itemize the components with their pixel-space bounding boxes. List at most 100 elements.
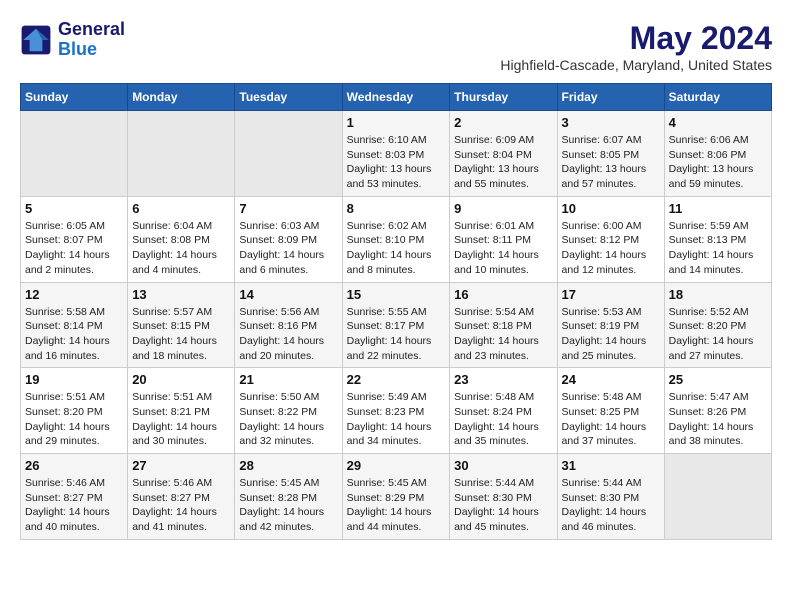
- day-info: Sunrise: 6:04 AMSunset: 8:08 PMDaylight:…: [132, 219, 230, 278]
- day-number: 28: [239, 458, 337, 473]
- calendar-cell: 6 Sunrise: 6:04 AMSunset: 8:08 PMDayligh…: [128, 196, 235, 282]
- calendar-cell: 31 Sunrise: 5:44 AMSunset: 8:30 PMDaylig…: [557, 454, 664, 540]
- logo: General Blue: [20, 20, 125, 60]
- calendar-cell: 1 Sunrise: 6:10 AMSunset: 8:03 PMDayligh…: [342, 111, 450, 197]
- calendar-cell: 16 Sunrise: 5:54 AMSunset: 8:18 PMDaylig…: [450, 282, 557, 368]
- day-number: 20: [132, 372, 230, 387]
- day-info: Sunrise: 6:05 AMSunset: 8:07 PMDaylight:…: [25, 219, 123, 278]
- day-number: 9: [454, 201, 552, 216]
- calendar-cell: 11 Sunrise: 5:59 AMSunset: 8:13 PMDaylig…: [664, 196, 771, 282]
- calendar-cell: [235, 111, 342, 197]
- week-row-2: 12 Sunrise: 5:58 AMSunset: 8:14 PMDaylig…: [21, 282, 772, 368]
- day-info: Sunrise: 5:46 AMSunset: 8:27 PMDaylight:…: [132, 476, 230, 535]
- day-info: Sunrise: 6:10 AMSunset: 8:03 PMDaylight:…: [347, 133, 446, 192]
- month-title: May 2024: [500, 20, 772, 57]
- calendar-cell: 27 Sunrise: 5:46 AMSunset: 8:27 PMDaylig…: [128, 454, 235, 540]
- calendar-cell: [664, 454, 771, 540]
- calendar-cell: 8 Sunrise: 6:02 AMSunset: 8:10 PMDayligh…: [342, 196, 450, 282]
- day-info: Sunrise: 6:01 AMSunset: 8:11 PMDaylight:…: [454, 219, 552, 278]
- calendar-body: 1 Sunrise: 6:10 AMSunset: 8:03 PMDayligh…: [21, 111, 772, 540]
- day-info: Sunrise: 5:58 AMSunset: 8:14 PMDaylight:…: [25, 305, 123, 364]
- header-tuesday: Tuesday: [235, 84, 342, 111]
- day-number: 10: [562, 201, 660, 216]
- day-info: Sunrise: 5:55 AMSunset: 8:17 PMDaylight:…: [347, 305, 446, 364]
- day-number: 31: [562, 458, 660, 473]
- calendar-cell: [21, 111, 128, 197]
- day-number: 14: [239, 287, 337, 302]
- day-number: 24: [562, 372, 660, 387]
- day-info: Sunrise: 5:49 AMSunset: 8:23 PMDaylight:…: [347, 390, 446, 449]
- logo-icon: [20, 24, 52, 56]
- day-info: Sunrise: 5:59 AMSunset: 8:13 PMDaylight:…: [669, 219, 767, 278]
- day-info: Sunrise: 6:00 AMSunset: 8:12 PMDaylight:…: [562, 219, 660, 278]
- calendar-cell: 22 Sunrise: 5:49 AMSunset: 8:23 PMDaylig…: [342, 368, 450, 454]
- week-row-4: 26 Sunrise: 5:46 AMSunset: 8:27 PMDaylig…: [21, 454, 772, 540]
- calendar-table: Sunday Monday Tuesday Wednesday Thursday…: [20, 83, 772, 540]
- day-info: Sunrise: 6:02 AMSunset: 8:10 PMDaylight:…: [347, 219, 446, 278]
- day-info: Sunrise: 6:09 AMSunset: 8:04 PMDaylight:…: [454, 133, 552, 192]
- day-info: Sunrise: 5:50 AMSunset: 8:22 PMDaylight:…: [239, 390, 337, 449]
- day-number: 3: [562, 115, 660, 130]
- day-number: 13: [132, 287, 230, 302]
- day-number: 26: [25, 458, 123, 473]
- logo-text: General Blue: [58, 20, 125, 60]
- day-number: 2: [454, 115, 552, 130]
- day-info: Sunrise: 5:52 AMSunset: 8:20 PMDaylight:…: [669, 305, 767, 364]
- day-info: Sunrise: 5:54 AMSunset: 8:18 PMDaylight:…: [454, 305, 552, 364]
- day-number: 22: [347, 372, 446, 387]
- day-number: 17: [562, 287, 660, 302]
- day-number: 1: [347, 115, 446, 130]
- day-info: Sunrise: 5:45 AMSunset: 8:28 PMDaylight:…: [239, 476, 337, 535]
- calendar-cell: 13 Sunrise: 5:57 AMSunset: 8:15 PMDaylig…: [128, 282, 235, 368]
- day-info: Sunrise: 5:57 AMSunset: 8:15 PMDaylight:…: [132, 305, 230, 364]
- day-info: Sunrise: 5:44 AMSunset: 8:30 PMDaylight:…: [562, 476, 660, 535]
- day-info: Sunrise: 5:48 AMSunset: 8:24 PMDaylight:…: [454, 390, 552, 449]
- header-wednesday: Wednesday: [342, 84, 450, 111]
- calendar-header: Sunday Monday Tuesday Wednesday Thursday…: [21, 84, 772, 111]
- calendar-cell: 2 Sunrise: 6:09 AMSunset: 8:04 PMDayligh…: [450, 111, 557, 197]
- calendar-cell: 12 Sunrise: 5:58 AMSunset: 8:14 PMDaylig…: [21, 282, 128, 368]
- title-section: May 2024 Highfield-Cascade, Maryland, Un…: [500, 20, 772, 73]
- calendar-cell: 7 Sunrise: 6:03 AMSunset: 8:09 PMDayligh…: [235, 196, 342, 282]
- day-number: 30: [454, 458, 552, 473]
- calendar-cell: [128, 111, 235, 197]
- calendar-cell: 24 Sunrise: 5:48 AMSunset: 8:25 PMDaylig…: [557, 368, 664, 454]
- calendar-cell: 19 Sunrise: 5:51 AMSunset: 8:20 PMDaylig…: [21, 368, 128, 454]
- header-thursday: Thursday: [450, 84, 557, 111]
- day-info: Sunrise: 5:56 AMSunset: 8:16 PMDaylight:…: [239, 305, 337, 364]
- day-number: 18: [669, 287, 767, 302]
- header-friday: Friday: [557, 84, 664, 111]
- header-monday: Monday: [128, 84, 235, 111]
- day-number: 11: [669, 201, 767, 216]
- header-sunday: Sunday: [21, 84, 128, 111]
- calendar-cell: 9 Sunrise: 6:01 AMSunset: 8:11 PMDayligh…: [450, 196, 557, 282]
- day-info: Sunrise: 6:07 AMSunset: 8:05 PMDaylight:…: [562, 133, 660, 192]
- day-info: Sunrise: 5:46 AMSunset: 8:27 PMDaylight:…: [25, 476, 123, 535]
- header-saturday: Saturday: [664, 84, 771, 111]
- day-info: Sunrise: 5:47 AMSunset: 8:26 PMDaylight:…: [669, 390, 767, 449]
- week-row-3: 19 Sunrise: 5:51 AMSunset: 8:20 PMDaylig…: [21, 368, 772, 454]
- calendar-cell: 25 Sunrise: 5:47 AMSunset: 8:26 PMDaylig…: [664, 368, 771, 454]
- calendar-cell: 23 Sunrise: 5:48 AMSunset: 8:24 PMDaylig…: [450, 368, 557, 454]
- week-row-0: 1 Sunrise: 6:10 AMSunset: 8:03 PMDayligh…: [21, 111, 772, 197]
- day-info: Sunrise: 6:06 AMSunset: 8:06 PMDaylight:…: [669, 133, 767, 192]
- day-number: 7: [239, 201, 337, 216]
- calendar-cell: 30 Sunrise: 5:44 AMSunset: 8:30 PMDaylig…: [450, 454, 557, 540]
- day-info: Sunrise: 5:53 AMSunset: 8:19 PMDaylight:…: [562, 305, 660, 364]
- day-number: 27: [132, 458, 230, 473]
- calendar-cell: 14 Sunrise: 5:56 AMSunset: 8:16 PMDaylig…: [235, 282, 342, 368]
- page-header: General Blue May 2024 Highfield-Cascade,…: [20, 20, 772, 73]
- day-number: 23: [454, 372, 552, 387]
- day-number: 21: [239, 372, 337, 387]
- calendar-cell: 17 Sunrise: 5:53 AMSunset: 8:19 PMDaylig…: [557, 282, 664, 368]
- day-info: Sunrise: 5:51 AMSunset: 8:21 PMDaylight:…: [132, 390, 230, 449]
- calendar-cell: 21 Sunrise: 5:50 AMSunset: 8:22 PMDaylig…: [235, 368, 342, 454]
- header-row: Sunday Monday Tuesday Wednesday Thursday…: [21, 84, 772, 111]
- calendar-cell: 28 Sunrise: 5:45 AMSunset: 8:28 PMDaylig…: [235, 454, 342, 540]
- calendar-cell: 29 Sunrise: 5:45 AMSunset: 8:29 PMDaylig…: [342, 454, 450, 540]
- day-number: 16: [454, 287, 552, 302]
- day-number: 4: [669, 115, 767, 130]
- day-info: Sunrise: 6:03 AMSunset: 8:09 PMDaylight:…: [239, 219, 337, 278]
- calendar-cell: 5 Sunrise: 6:05 AMSunset: 8:07 PMDayligh…: [21, 196, 128, 282]
- day-number: 6: [132, 201, 230, 216]
